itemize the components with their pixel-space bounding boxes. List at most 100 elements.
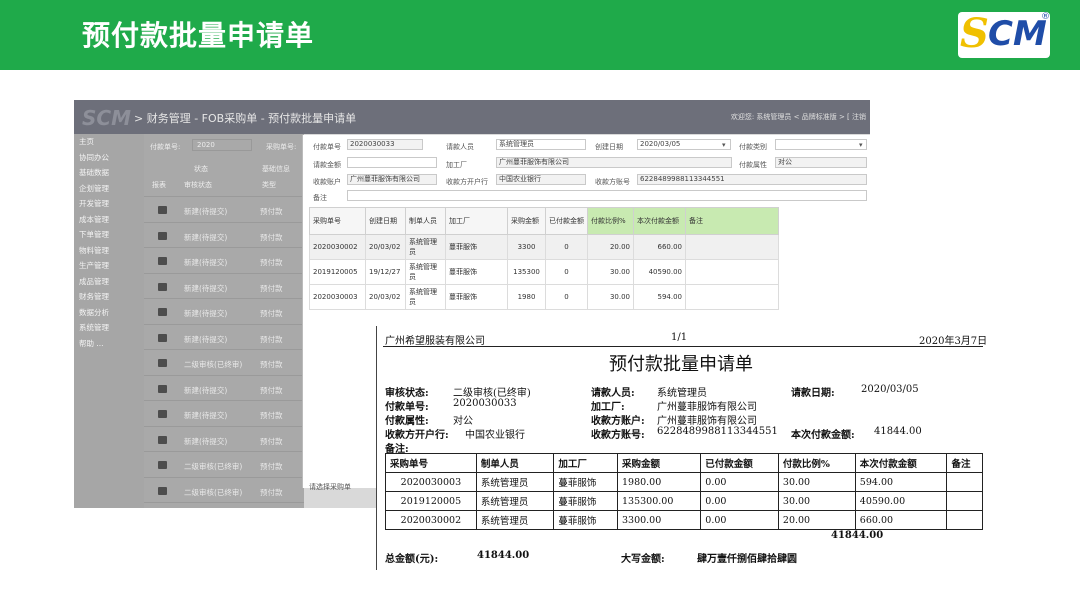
doc-this-pay: 41844.00: [874, 426, 922, 437]
list-row[interactable]: 新建(待提交)预付款: [144, 221, 304, 248]
sidebar-item[interactable]: 物料管理: [74, 243, 144, 259]
account-field[interactable]: 广州蔓菲服饰有限公司: [347, 174, 437, 185]
grid-header-cell[interactable]: 采购单号: [309, 207, 366, 235]
grid-row[interactable]: 2020030003 20/03/02 系统管理员 蔓菲服饰 1980 0 30.00 594…: [309, 284, 779, 310]
list-row[interactable]: 新建(待提交)预付款: [144, 400, 304, 426]
report-icon[interactable]: [158, 384, 167, 393]
doc-factory: 广州蔓菲服饰有限公司: [657, 402, 757, 413]
sidebar-item[interactable]: 帮助 ...: [74, 336, 144, 352]
label-factory: 加工厂: [446, 161, 467, 169]
remark-field[interactable]: [347, 190, 867, 201]
logo-cm: CM: [988, 14, 1047, 54]
list-row[interactable]: 新建(待提交)预付款: [144, 196, 304, 222]
welcome-text[interactable]: 欢迎您: 系统管理员 < 品牌标准版 > [ 注销: [731, 112, 866, 122]
pay-no-field[interactable]: 2020030033: [347, 139, 423, 150]
doc-cell-remark: [946, 510, 983, 530]
grid-header-cell[interactable]: 加工厂: [445, 207, 508, 235]
list-row-status: 新建(待提交): [184, 258, 228, 267]
grid-header-cell[interactable]: 创建日期: [365, 207, 406, 235]
doc-sum: 41844.00: [831, 530, 884, 541]
chevron-down-icon[interactable]: ▾: [859, 141, 863, 149]
list-row[interactable]: 新建(待提交)预付款: [144, 247, 304, 273]
list-row[interactable]: 新建(待提交)预付款: [144, 298, 304, 324]
doc-bank: 中国农业银行: [465, 430, 525, 441]
grid-cell-remark[interactable]: [685, 259, 779, 285]
sidebar-item[interactable]: 开发管理: [74, 196, 144, 212]
grid-header-cell[interactable]: 采购金额: [507, 207, 546, 235]
list-row-status: 新建(待提交): [184, 283, 228, 293]
sidebar-item[interactable]: 主页: [74, 134, 144, 150]
list-row-type: 预付款: [260, 207, 283, 216]
account-no-field[interactable]: 6228489988113344551: [637, 174, 867, 185]
list-row-status: 新建(待提交): [184, 411, 228, 420]
sidebar-item[interactable]: 协同办公: [74, 150, 144, 166]
list-row[interactable]: 二级审核(已终审) 预付款: [144, 349, 304, 375]
created-date-field[interactable]: 2020/03/05: [637, 139, 731, 150]
grid-cell-remark[interactable]: [685, 284, 779, 310]
sidebar-item[interactable]: 下单管理: [74, 227, 144, 243]
doc-pay-no-label: 付款单号:: [385, 402, 429, 413]
grid-header-cell[interactable]: 本次付款金额: [633, 207, 686, 235]
requester-field[interactable]: 系统管理员: [496, 139, 586, 150]
sidebar-item[interactable]: 成品管理: [74, 274, 144, 290]
list-row[interactable]: 新建(待提交)预付款: [144, 425, 304, 452]
report-icon[interactable]: [158, 410, 167, 418]
pay-type-select[interactable]: [775, 139, 867, 150]
report-icon[interactable]: [158, 231, 167, 240]
bank-field[interactable]: 中国农业银行: [496, 174, 586, 185]
doc-account-label: 收款方账户:: [591, 416, 645, 427]
report-icon[interactable]: [158, 359, 167, 367]
report-icon[interactable]: [158, 206, 167, 214]
doc-pay-attr-label: 付款属性:: [385, 416, 429, 427]
list-row[interactable]: 二级审核(已终审) 预付款: [144, 476, 304, 503]
grid-cell-po: 2020030003: [309, 284, 366, 310]
report-icon[interactable]: [158, 486, 167, 495]
factory-field[interactable]: 广州蔓菲服饰有限公司: [496, 157, 732, 168]
list-row[interactable]: 新建(待提交)预付款: [144, 502, 304, 508]
select-po-hint[interactable]: 请选择采购单: [309, 482, 351, 492]
list-row[interactable]: 新建(待提交)预付款: [144, 272, 304, 299]
grid-cell-ratio[interactable]: 30.00: [587, 284, 634, 310]
report-icon[interactable]: [158, 461, 167, 469]
grid-header-cell[interactable]: 制单人员: [405, 207, 446, 235]
report-icon[interactable]: [158, 308, 167, 316]
list-row-type: 预付款: [260, 385, 283, 395]
sidebar-item[interactable]: 成本管理: [74, 212, 144, 228]
sidebar-item[interactable]: 基础数据: [74, 165, 144, 181]
grid-cell-ratio[interactable]: 30.00: [587, 259, 634, 285]
grid-header-cell[interactable]: 已付款金额: [545, 207, 588, 235]
grid-row[interactable]: 2019120005 19/12/27 系统管理员 蔓菲服饰 135300 0 30.00 4…: [309, 259, 779, 285]
slide-header: 预付款批量申请单 S CM ®: [0, 0, 1080, 70]
list-row[interactable]: 二级审核(已终审) 预付款: [144, 451, 304, 477]
grid-cell-remark[interactable]: [685, 234, 779, 260]
report-icon[interactable]: [158, 435, 167, 444]
grid-header-cell[interactable]: 付款比例%: [587, 207, 634, 235]
list-row-status: 新建(待提交): [184, 334, 228, 344]
report-icon[interactable]: [158, 282, 167, 291]
list-row-status: 二级审核(已终审): [184, 360, 243, 369]
grid-cell-ratio[interactable]: 20.00: [587, 234, 634, 260]
report-icon[interactable]: [158, 257, 167, 265]
grid-header-cell[interactable]: 备注: [685, 207, 779, 235]
doc-cell-pay: 40590.00: [854, 491, 948, 511]
doc-header-cell: 本次付款金额: [854, 453, 948, 473]
grid-cell-pay[interactable]: 594.00: [633, 284, 686, 310]
filter-pay-no-input[interactable]: 2020: [192, 139, 252, 151]
grid-cell-pay[interactable]: 40590.00: [633, 259, 686, 285]
doc-header-cell: 已付款金额: [700, 453, 779, 473]
sidebar-item[interactable]: 系统管理: [74, 320, 144, 336]
grid-row[interactable]: 2020030002 20/03/02 系统管理员 蔓菲服饰 3300 0 20.00 660…: [309, 234, 779, 260]
sidebar-item[interactable]: 财务管理: [74, 289, 144, 305]
list-row[interactable]: 新建(待提交)预付款: [144, 374, 304, 401]
list-row[interactable]: 新建(待提交)预付款: [144, 323, 304, 350]
grid-cell-pay[interactable]: 660.00: [633, 234, 686, 260]
sidebar-item[interactable]: 生产管理: [74, 258, 144, 274]
amount-field[interactable]: [347, 157, 437, 168]
sidebar-item[interactable]: 企划管理: [74, 181, 144, 197]
sidebar-item[interactable]: 数据分析: [74, 305, 144, 321]
list-row-status: 新建(待提交): [184, 232, 228, 242]
report-icon[interactable]: [158, 333, 167, 342]
pay-attr-field[interactable]: 对公: [775, 157, 867, 168]
chevron-down-icon[interactable]: ▾: [722, 141, 726, 149]
doc-total-label: 总金额(元):: [385, 554, 439, 565]
